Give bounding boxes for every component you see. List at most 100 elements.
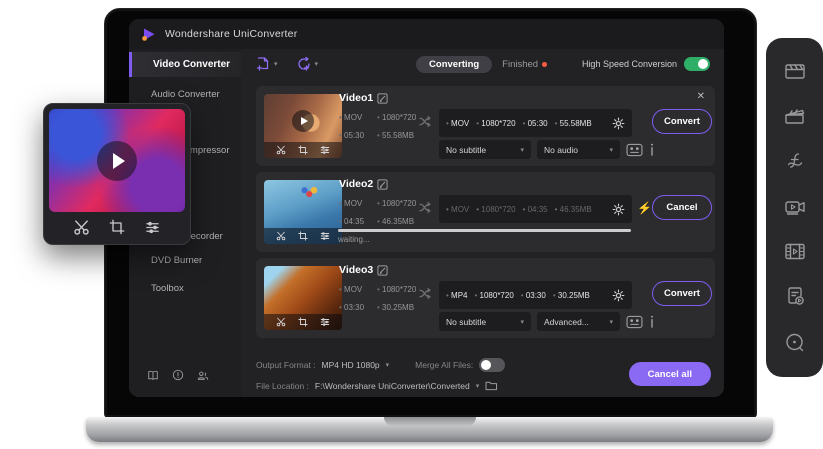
- dst-duration: 05:30: [523, 119, 548, 128]
- add-device-button[interactable]: ▾: [296, 56, 319, 72]
- src-duration: 04:35: [339, 217, 364, 226]
- crop-icon[interactable]: [109, 219, 125, 235]
- file-info-button[interactable]: [649, 143, 655, 156]
- dst-resolution: 1080*720: [476, 119, 515, 128]
- info-icon[interactable]: [172, 369, 184, 381]
- dst-resolution: 1080*720: [474, 291, 513, 300]
- thumb-toolbar: [264, 314, 342, 330]
- mini-player: [43, 103, 191, 245]
- play-icon[interactable]: [292, 110, 314, 132]
- mini-player-thumbnail[interactable]: [49, 109, 185, 212]
- subtitle-editor-button[interactable]: [626, 315, 643, 329]
- tab-finished-label: Finished: [502, 59, 538, 70]
- video1-thumbnail[interactable]: [264, 94, 342, 158]
- convert-arrow-icon: [417, 199, 434, 216]
- add-files-button[interactable]: ▾: [255, 56, 278, 72]
- right-tool-panel: [766, 38, 823, 377]
- edit-icon[interactable]: [377, 179, 388, 190]
- footer-bar: Output Format : MP4 HD 1080p ▾ Merge All…: [241, 344, 724, 397]
- effects-icon[interactable]: [783, 149, 807, 173]
- options-row: No subtitle▾ Advanced... ▾: [439, 312, 655, 331]
- clapperboard-open-icon[interactable]: [783, 105, 807, 127]
- disc-icon[interactable]: [783, 331, 807, 355]
- tab-converting[interactable]: Converting: [416, 56, 492, 73]
- open-folder-icon[interactable]: [485, 380, 498, 391]
- play-icon[interactable]: [97, 141, 137, 181]
- main-area: ▾ ▾ Converting Finished: [241, 49, 724, 397]
- crop-icon[interactable]: [298, 231, 308, 241]
- chevron-down-icon: ▾: [609, 318, 613, 326]
- dst-size: 30.25MB: [553, 291, 590, 300]
- cancel-button[interactable]: Cancel: [652, 195, 712, 220]
- cut-icon[interactable]: [276, 145, 286, 155]
- crop-icon[interactable]: [298, 317, 308, 327]
- file-info-button[interactable]: [649, 315, 655, 328]
- adjust-icon[interactable]: [320, 145, 330, 155]
- close-icon[interactable]: ✕: [697, 91, 705, 102]
- video-card-2: Video2 MOV 1080*720 04:35 46.35MB MOV 10…: [256, 172, 715, 252]
- adjust-icon[interactable]: [320, 317, 330, 327]
- sidebar-item-video-converter[interactable]: Video Converter: [129, 52, 241, 77]
- subtitle-value: No subtitle: [446, 145, 486, 155]
- crop-icon[interactable]: [298, 145, 308, 155]
- file-location-value[interactable]: F:\Wondershare UniConverter\Converted: [315, 381, 470, 391]
- page: Wondershare UniConverter Video Converter…: [0, 0, 823, 449]
- file-location-label: File Location :: [256, 381, 309, 391]
- cancel-all-button[interactable]: Cancel all: [629, 362, 711, 386]
- cut-icon[interactable]: [276, 317, 286, 327]
- src-resolution: 1080*720: [377, 113, 416, 122]
- video2-thumbnail[interactable]: [264, 180, 342, 244]
- clapperboard-icon[interactable]: [783, 60, 807, 82]
- edit-icon[interactable]: [377, 93, 388, 104]
- filmstrip-play-icon[interactable]: [783, 240, 807, 262]
- tab-finished[interactable]: Finished: [502, 59, 547, 70]
- adjust-icon[interactable]: [144, 220, 161, 235]
- src-format: MOV: [339, 285, 362, 294]
- toolbar: ▾ ▾ Converting Finished: [241, 49, 724, 79]
- audio-dropdown[interactable]: No audio▾: [537, 140, 620, 159]
- high-speed-bolt-icon: ⚡: [637, 201, 652, 215]
- video-title: Video2: [339, 178, 373, 190]
- src-duration: 03:30: [339, 303, 364, 312]
- src-duration: 05:30: [339, 131, 364, 140]
- video3-thumbnail[interactable]: [264, 266, 342, 330]
- sidebar-item-audio-converter[interactable]: Audio Converter: [151, 89, 220, 100]
- sidebar-item-dvd-burner[interactable]: DVD Burner: [151, 255, 202, 266]
- dst-size: 55.58MB: [555, 119, 592, 128]
- options-row: No subtitle▾ No audio▾: [439, 140, 655, 159]
- gear-icon[interactable]: [612, 289, 625, 302]
- cut-icon[interactable]: [73, 219, 90, 236]
- convert-arrow-icon: [417, 113, 434, 130]
- toggle-knob: [698, 59, 708, 69]
- app-window: Wondershare UniConverter Video Converter…: [129, 19, 724, 397]
- toggle-knob: [481, 360, 491, 370]
- src-format: MOV: [339, 113, 362, 122]
- subtitle-dropdown[interactable]: No subtitle▾: [439, 140, 531, 159]
- media-document-icon[interactable]: [783, 284, 807, 308]
- mini-player-toolbar: [49, 212, 185, 242]
- thumb-toolbar: [264, 228, 342, 244]
- gear-icon[interactable]: [612, 117, 625, 130]
- book-icon[interactable]: [147, 370, 159, 381]
- account-icon[interactable]: [197, 370, 209, 381]
- subtitle-editor-button[interactable]: [626, 143, 643, 157]
- conversion-list: Video1 ✕ MOV 1080*720 05:30 55.58MB MOV …: [241, 79, 724, 344]
- output-format-value[interactable]: MP4 HD 1080p: [322, 360, 380, 370]
- high-speed-toggle[interactable]: [684, 57, 710, 71]
- target-format-box: MOV 1080*720 05:30 55.58MB: [439, 109, 632, 137]
- audio-value: Advanced...: [544, 317, 589, 327]
- audio-dropdown[interactable]: Advanced... ▾: [537, 312, 620, 331]
- screen-recorder-icon[interactable]: [783, 196, 807, 218]
- convert-arrow-icon: [417, 285, 434, 302]
- sidebar-item-toolbox[interactable]: Toolbox: [151, 283, 184, 294]
- video-card-3: Video3 MOV 1080*720 03:30 30.25MB MP4 10…: [256, 258, 715, 338]
- gear-icon[interactable]: [612, 203, 625, 216]
- merge-toggle[interactable]: [479, 358, 505, 372]
- adjust-icon[interactable]: [320, 231, 330, 241]
- dst-format: MOV: [446, 119, 469, 128]
- subtitle-dropdown[interactable]: No subtitle▾: [439, 312, 531, 331]
- convert-button[interactable]: Convert: [652, 281, 712, 306]
- convert-button[interactable]: Convert: [652, 109, 712, 134]
- cut-icon[interactable]: [276, 231, 286, 241]
- edit-icon[interactable]: [377, 265, 388, 276]
